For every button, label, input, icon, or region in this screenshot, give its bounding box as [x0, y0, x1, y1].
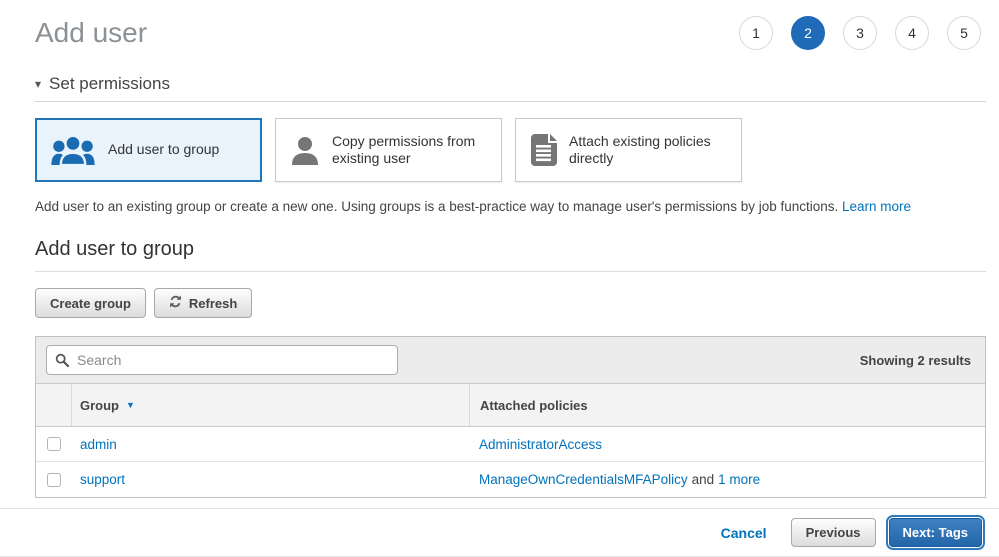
policy-separator: and — [692, 472, 715, 487]
option-add-user-to-group[interactable]: Add user to group — [35, 118, 262, 182]
step-1: 1 — [739, 16, 773, 50]
set-permissions-title: Set permissions — [49, 74, 170, 94]
permission-option-cards: Add user to group Copy permissions from … — [35, 118, 986, 182]
group-cell: admin — [72, 427, 469, 461]
group-actions: Create group Refresh — [35, 288, 986, 318]
set-permissions-section-header[interactable]: ▾ Set permissions — [35, 74, 986, 102]
results-count: Showing 2 results — [860, 353, 975, 368]
more-policies-link[interactable]: 1 more — [718, 472, 760, 487]
option-label: Copy permissions from existing user — [332, 133, 493, 168]
search-icon — [55, 353, 69, 372]
collapse-triangle-icon: ▾ — [35, 77, 41, 91]
table-toolbar: Showing 2 results — [36, 337, 985, 383]
policies-cell: AdministratorAccess — [469, 427, 985, 461]
group-column-label: Group — [80, 398, 119, 413]
groups-table: Showing 2 results Group ▼ Attached polic… — [35, 336, 986, 498]
step-indicator: 1 2 3 4 5 — [739, 16, 981, 50]
group-cell: support — [72, 462, 469, 497]
search-box — [46, 345, 398, 375]
option-label: Attach existing policies directly — [569, 133, 733, 168]
learn-more-link[interactable]: Learn more — [842, 199, 911, 214]
step-3: 3 — [843, 16, 877, 50]
option-copy-permissions[interactable]: Copy permissions from existing user — [275, 118, 502, 182]
add-user-to-group-title: Add user to group — [35, 238, 986, 272]
section-description: Add user to an existing group or create … — [35, 199, 986, 214]
refresh-button[interactable]: Refresh — [154, 288, 252, 318]
row-checkbox[interactable] — [47, 473, 61, 487]
step-2-active: 2 — [791, 16, 825, 50]
header-checkbox-cell — [36, 384, 72, 426]
refresh-icon — [169, 295, 182, 311]
sort-descending-icon: ▼ — [126, 400, 135, 410]
next-tags-button[interactable]: Next: Tags — [889, 518, 983, 547]
option-attach-policies[interactable]: Attach existing policies directly — [515, 118, 742, 182]
policies-column-label: Attached policies — [480, 398, 588, 413]
search-input[interactable] — [46, 345, 398, 375]
document-icon — [530, 134, 557, 166]
add-user-wizard: Add user 1 2 3 4 5 ▾ Set permissions — [0, 0, 999, 557]
previous-button[interactable]: Previous — [791, 518, 876, 547]
wizard-header: Add user 1 2 3 4 5 — [0, 0, 999, 50]
step-4: 4 — [895, 16, 929, 50]
policy-link[interactable]: ManageOwnCredentialsMFAPolicy — [479, 472, 688, 487]
single-user-icon — [290, 135, 320, 165]
description-text: Add user to an existing group or create … — [35, 199, 838, 214]
row-checkbox[interactable] — [47, 437, 61, 451]
wizard-footer: Cancel Previous Next: Tags — [0, 508, 999, 557]
policies-cell: ManageOwnCredentialsMFAPolicy and 1 more — [469, 462, 985, 497]
group-link[interactable]: admin — [80, 437, 117, 452]
create-group-button[interactable]: Create group — [35, 288, 146, 318]
group-link[interactable]: support — [80, 472, 125, 487]
table-header-row: Group ▼ Attached policies — [36, 383, 985, 427]
checkbox-cell — [36, 427, 72, 461]
refresh-label: Refresh — [189, 296, 237, 311]
policy-link[interactable]: AdministratorAccess — [479, 437, 602, 452]
cancel-button[interactable]: Cancel — [721, 525, 767, 541]
column-header-group[interactable]: Group ▼ — [72, 384, 469, 426]
checkbox-cell — [36, 462, 72, 497]
option-label: Add user to group — [108, 141, 219, 159]
step-5: 5 — [947, 16, 981, 50]
user-group-icon — [50, 134, 96, 166]
page-title: Add user — [35, 17, 147, 49]
table-row-support: support ManageOwnCredentialsMFAPolicy an… — [36, 462, 985, 497]
column-header-policies: Attached policies — [469, 384, 985, 426]
table-row-admin: admin AdministratorAccess — [36, 427, 985, 462]
